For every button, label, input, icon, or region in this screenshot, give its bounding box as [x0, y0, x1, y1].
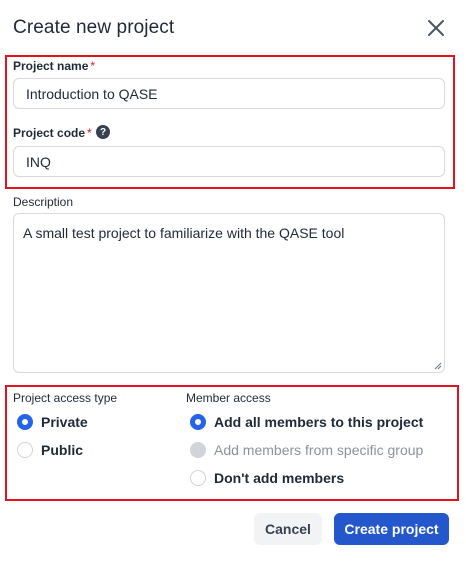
radio-public[interactable]: Public: [17, 442, 83, 458]
cancel-button[interactable]: Cancel: [254, 513, 322, 545]
project-code-label-text: Project code: [13, 126, 86, 140]
required-marker: *: [90, 59, 96, 73]
create-project-dialog: Create new project Project name * Introdu…: [0, 0, 466, 564]
project-code-input[interactable]: INQ: [13, 146, 445, 177]
required-marker: *: [87, 126, 92, 140]
description-label: Description: [13, 195, 74, 209]
project-name-label-text: Project name: [13, 59, 89, 73]
project-code-value: INQ: [26, 153, 51, 170]
radio-unchecked-icon[interactable]: [17, 442, 33, 458]
question-circle-icon[interactable]: ?: [96, 125, 110, 139]
description-value: A small test project to familiarize with…: [23, 225, 345, 241]
radio-public-label: Public: [41, 442, 84, 458]
close-icon[interactable]: [424, 16, 448, 40]
radio-checked-icon[interactable]: [190, 414, 206, 430]
radio-add-group-label: Add members from specific group: [214, 442, 424, 458]
radio-dont-add[interactable]: Don't add members: [190, 470, 344, 486]
radio-dont-add-label: Don't add members: [214, 470, 345, 486]
radio-checked-icon[interactable]: [17, 414, 33, 430]
radio-add-all-label: Add all members to this project: [214, 414, 424, 430]
project-name-input[interactable]: Introduction to QASE: [13, 78, 445, 109]
radio-add-all-members[interactable]: Add all members to this project: [190, 414, 423, 430]
project-name-value: Introduction to QASE: [26, 85, 158, 102]
resize-handle-icon[interactable]: [434, 362, 442, 370]
project-code-label: Project code *: [13, 126, 92, 140]
radio-add-from-group: Add members from specific group: [190, 442, 423, 458]
radio-unchecked-icon[interactable]: [190, 470, 206, 486]
description-textarea[interactable]: A small test project to familiarize with…: [13, 213, 445, 373]
access-type-label: Project access type: [13, 391, 118, 405]
radio-private[interactable]: Private: [17, 414, 88, 430]
radio-private-label: Private: [41, 414, 88, 430]
dialog-title: Create new project: [13, 17, 175, 38]
dialog-header: Create new project: [13, 14, 448, 42]
project-name-label: Project name *: [13, 59, 95, 73]
member-access-label: Member access: [186, 391, 271, 405]
create-project-button[interactable]: Create project: [334, 513, 449, 545]
radio-disabled-icon: [190, 442, 206, 458]
